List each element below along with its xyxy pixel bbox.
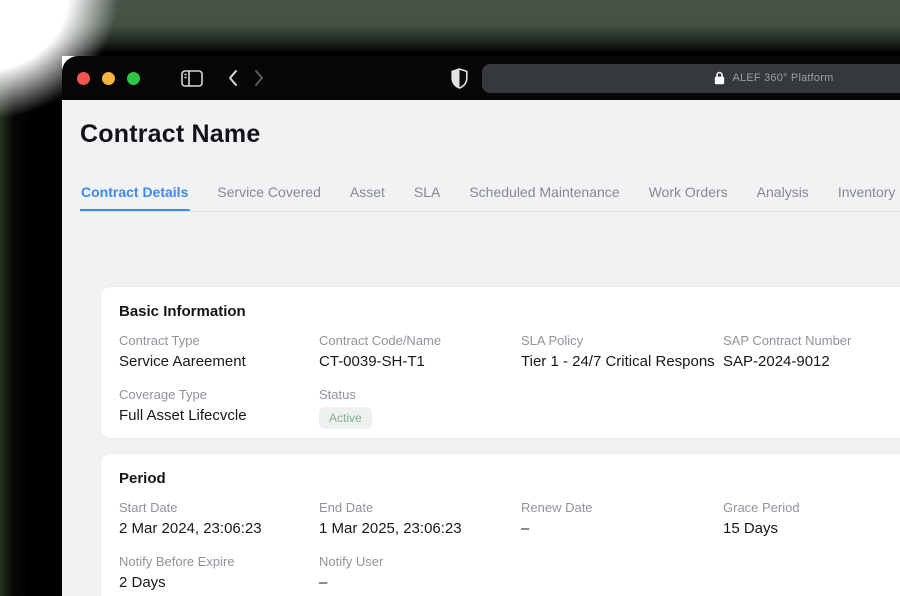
field-coverage-type: Coverage Type Full Asset Lifecvcle <box>119 387 247 424</box>
tab-analysis[interactable]: Analysis <box>756 184 810 200</box>
field-start-date: Start Date 2 Mar 2024, 23:06:23 <box>119 500 262 537</box>
screenshot-canvas: ALEF 360° Platform Contract Name Contrac… <box>0 0 900 596</box>
field-contract-code-name: Contract Code/Name CT-0039-SH-T1 <box>319 333 442 370</box>
address-text: ALEF 360° Platform <box>732 72 834 84</box>
basic-information-card: Basic Information Contract Type Service … <box>100 286 900 439</box>
card-title: Period <box>119 470 166 487</box>
tab-contract-details[interactable]: Contract Details <box>80 184 191 211</box>
card-title: Basic Information <box>119 303 246 320</box>
sidebar-toggle-icon[interactable] <box>181 69 203 87</box>
back-icon[interactable] <box>227 69 239 87</box>
browser-titlebar: ALEF 360° Platform <box>62 56 900 100</box>
minimize-window-button[interactable] <box>102 71 115 85</box>
tab-asset[interactable]: Asset <box>349 184 386 200</box>
period-grid: Start Date 2 Mar 2024, 23:06:23 End Date… <box>119 500 900 591</box>
tab-bar: Contract Details Service Covered Asset S… <box>80 184 900 212</box>
close-window-button[interactable] <box>77 71 90 85</box>
page-title: Contract Name <box>80 120 261 148</box>
field-sla-policy: SLA Policy Tier 1 - 24/7 Critical Respon… <box>521 333 715 370</box>
lock-icon <box>714 71 724 85</box>
zoom-window-button[interactable] <box>127 71 140 85</box>
page-content: Contract Name Contract Details Service C… <box>62 100 900 596</box>
status-badge: Active <box>319 407 372 429</box>
field-notify-user: Notify User – <box>319 554 384 591</box>
basic-information-grid: Contract Type Service Aareement Contract… <box>119 333 900 429</box>
address-bar[interactable]: ALEF 360° Platform <box>482 63 900 93</box>
forward-icon[interactable] <box>253 69 265 87</box>
browser-window: ALEF 360° Platform Contract Name Contrac… <box>62 56 900 596</box>
field-sap-contract-number: SAP Contract Number SAP-2024-9012 <box>723 333 852 370</box>
field-notify-before-expire: Notify Before Expire 2 Days <box>119 554 235 591</box>
tab-service-covered[interactable]: Service Covered <box>216 184 322 200</box>
privacy-shield-icon[interactable] <box>451 67 468 89</box>
field-contract-type: Contract Type Service Aareement <box>119 333 246 370</box>
field-grace-period: Grace Period 15 Days <box>723 500 800 537</box>
tab-inventory-usage[interactable]: Inventory Usage <box>837 184 900 200</box>
tab-work-orders[interactable]: Work Orders <box>648 184 729 200</box>
period-card: Period Start Date 2 Mar 2024, 23:06:23 E… <box>100 453 900 596</box>
field-status: Status Active <box>319 387 521 429</box>
field-renew-date: Renew Date – <box>521 500 593 537</box>
tab-sla[interactable]: SLA <box>413 184 441 200</box>
window-controls <box>77 71 140 85</box>
field-end-date: End Date 1 Mar 2025, 23:06:23 <box>319 500 462 537</box>
tab-scheduled-maintenance[interactable]: Scheduled Maintenance <box>468 184 620 200</box>
